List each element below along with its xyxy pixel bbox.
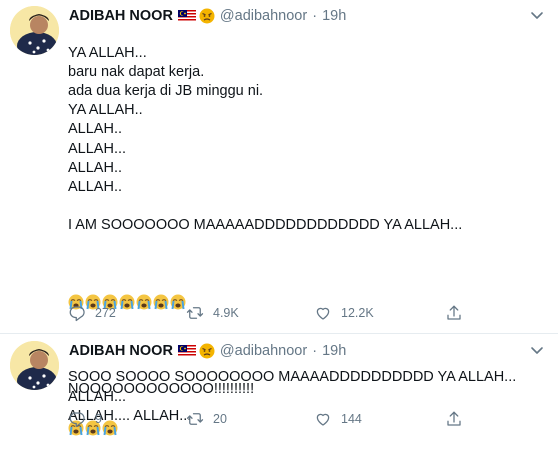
like-button[interactable]: 144: [314, 409, 362, 429]
retweet-count: 20: [213, 412, 227, 426]
like-button[interactable]: 12.2K: [314, 303, 374, 323]
avatar[interactable]: [10, 6, 59, 55]
like-count: 144: [341, 412, 362, 426]
tweet-actions: 272 4.9K 12.2K: [68, 303, 468, 323]
author-name[interactable]: ADIBAH NOOR: [69, 7, 173, 25]
like-icon: [316, 307, 330, 320]
retweet-button[interactable]: 4.9K: [186, 303, 239, 323]
retweet-icon: [186, 307, 204, 319]
reply-count: 9: [95, 412, 102, 426]
retweet-button[interactable]: 20: [186, 409, 227, 429]
reply-icon: [69, 306, 85, 322]
tweet-header: ADIBAH NOOR @adibahnoor · 19h: [69, 7, 346, 25]
tweet-text-part: NOOOOOOOOOOOO!!!!!!!!!!: [68, 381, 255, 397]
caret-down-icon[interactable]: [528, 341, 546, 359]
tweet-text-part: YA ALLAH... baru nak dapat kerja. ada du…: [68, 45, 463, 233]
reply-button[interactable]: 9: [68, 409, 102, 429]
separator-dot: ·: [312, 343, 318, 359]
caret-down-icon[interactable]: [528, 6, 546, 24]
malaysia-flag-icon: [177, 345, 196, 357]
pouting-face-icon: [199, 8, 215, 24]
reply-count: 272: [95, 306, 116, 320]
author-name[interactable]: ADIBAH NOOR: [69, 342, 173, 360]
author-handle[interactable]: @adibahnoor: [220, 342, 307, 360]
share-button[interactable]: [445, 303, 472, 323]
avatar[interactable]: [10, 341, 59, 390]
like-icon: [316, 413, 330, 426]
reply-icon: [69, 412, 85, 428]
share-icon: [447, 411, 461, 426]
tweet-header: ADIBAH NOOR @adibahnoor · 19h: [69, 342, 346, 360]
tweet[interactable]: ADIBAH NOOR @adibahnoor · 19h YA ALLAH..: [0, 0, 558, 424]
retweet-icon: [186, 413, 204, 425]
timestamp[interactable]: 19h: [322, 342, 346, 360]
share-icon: [447, 305, 461, 320]
retweet-count: 4.9K: [213, 306, 239, 320]
like-count: 12.2K: [341, 306, 374, 320]
tweet-actions: 9 20 144: [68, 409, 468, 429]
share-button[interactable]: [445, 409, 472, 429]
pouting-face-icon: [199, 343, 215, 359]
reply-button[interactable]: 272: [68, 303, 116, 323]
separator-dot: ·: [312, 8, 318, 24]
author-handle[interactable]: @adibahnoor: [220, 7, 307, 25]
timestamp[interactable]: 19h: [322, 7, 346, 25]
malaysia-flag-icon: [177, 10, 196, 22]
tweet[interactable]: ADIBAH NOOR @adibahnoor · 19h NOOOOOOOOO: [0, 335, 558, 436]
